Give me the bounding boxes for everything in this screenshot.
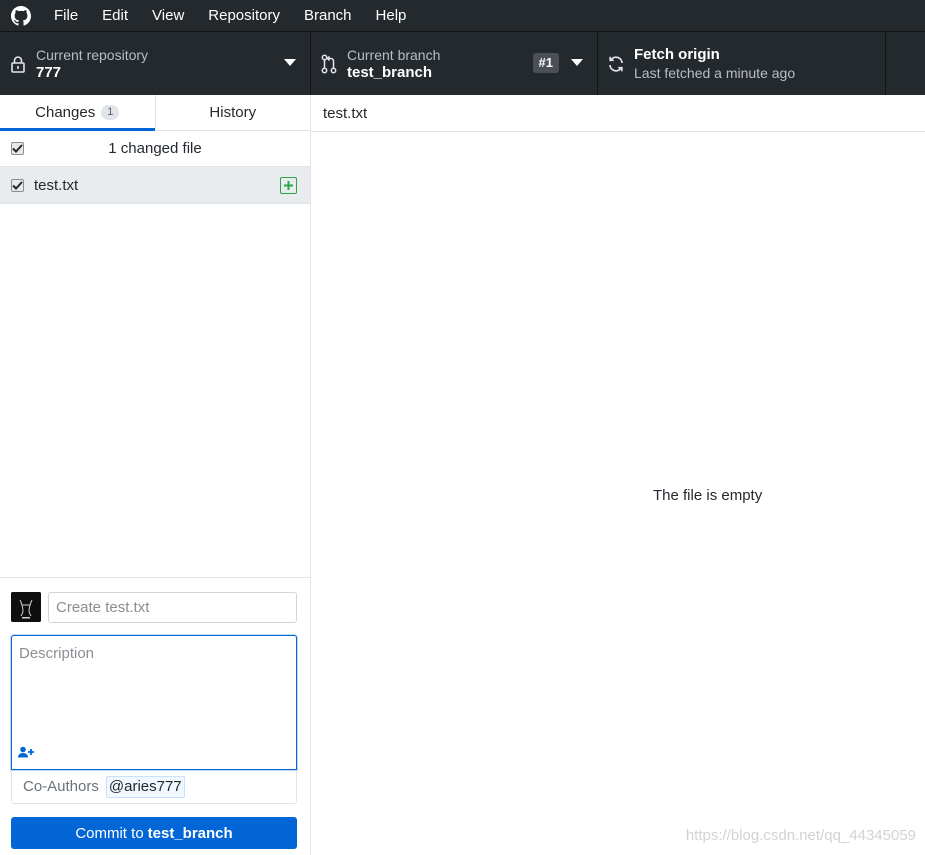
git-pull-request-icon: [311, 54, 347, 74]
branch-text: Current branch test_branch: [347, 46, 440, 82]
chevron-down-icon: [571, 59, 583, 66]
add-coauthor-icon[interactable]: [18, 745, 34, 761]
sidebar: Changes 1 History 1 changed file test.tx…: [0, 95, 311, 855]
pull-request-badge[interactable]: #1: [532, 53, 559, 73]
watermark: https://blog.csdn.net/qq_44345059: [685, 827, 916, 844]
fetch-origin-button[interactable]: Fetch origin Last fetched a minute ago: [598, 32, 886, 95]
tab-history-label: History: [209, 104, 257, 121]
commit-description-input[interactable]: [12, 636, 296, 746]
file-checkbox[interactable]: [11, 178, 24, 192]
fetch-label: Fetch origin: [634, 45, 720, 63]
menu-bar: File Edit View Repository Branch Help: [0, 0, 925, 31]
commit-button[interactable]: Commit to test_branch: [11, 817, 297, 849]
chevron-down-icon: [284, 59, 296, 66]
commit-button-branch: test_branch: [147, 824, 233, 842]
list-item[interactable]: test.txt: [0, 167, 310, 204]
current-repository-button[interactable]: Current repository 777: [0, 32, 311, 95]
commit-description-box: [11, 635, 297, 770]
menu-branch[interactable]: Branch: [292, 0, 364, 31]
diff-file-name: test.txt: [323, 104, 368, 122]
changes-count-badge: 1: [101, 105, 120, 120]
repository-text: Current repository 777: [36, 46, 148, 82]
empty-file-message: The file is empty: [653, 487, 763, 504]
menu-file[interactable]: File: [42, 0, 90, 31]
file-name: test.txt: [34, 176, 79, 194]
coauthor-token[interactable]: @aries777: [105, 775, 185, 798]
sidebar-tabs: Changes 1 History: [0, 95, 310, 131]
changed-files-count: 1 changed file: [108, 140, 202, 157]
menu-help[interactable]: Help: [364, 0, 419, 31]
coauthors-label: Co-Authors: [23, 778, 99, 795]
repository-name: 777: [36, 63, 62, 81]
select-all-checkbox[interactable]: [11, 142, 24, 155]
current-branch-button[interactable]: Current branch test_branch #1: [311, 32, 598, 95]
menu-view[interactable]: View: [140, 0, 196, 31]
lock-icon: [0, 55, 36, 73]
github-octocat-icon: [0, 0, 42, 31]
tab-history[interactable]: History: [154, 95, 311, 130]
diff-pane: test.txt The file is empty https://blog.…: [311, 95, 925, 855]
avatar: [11, 592, 41, 622]
fetch-status: Last fetched a minute ago: [634, 64, 796, 81]
diff-file-header: test.txt: [311, 95, 925, 132]
commit-button-prefix: Commit to: [75, 824, 144, 842]
sync-icon: [598, 55, 634, 73]
coauthors-field[interactable]: Co-Authors @aries777: [11, 770, 297, 804]
branch-name: test_branch: [347, 63, 433, 81]
changed-files-header: 1 changed file: [0, 131, 310, 167]
branch-label: Current branch: [347, 46, 441, 63]
repository-label: Current repository: [36, 46, 149, 63]
file-added-icon: [280, 177, 297, 194]
menu-edit[interactable]: Edit: [90, 0, 140, 31]
tab-changes-label: Changes: [35, 104, 96, 121]
commit-summary-input[interactable]: [48, 592, 297, 623]
fetch-text: Fetch origin Last fetched a minute ago: [634, 46, 795, 82]
commit-form: Co-Authors @aries777 Commit to test_bran…: [0, 577, 310, 855]
tab-changes[interactable]: Changes 1: [0, 95, 155, 131]
toolbar: Current repository 777 Current branch te…: [0, 31, 925, 95]
menu-repository[interactable]: Repository: [196, 0, 292, 31]
